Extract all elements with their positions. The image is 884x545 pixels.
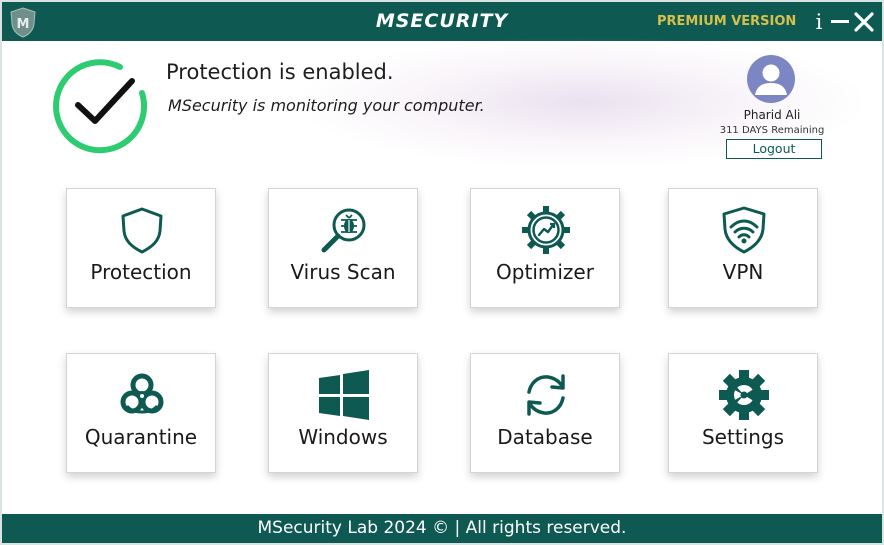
tile-database[interactable]: Database <box>470 353 620 473</box>
tile-vpn[interactable]: VPN <box>668 188 818 308</box>
edition-badge: PREMIUM VERSION <box>657 14 797 29</box>
tile-label: Windows <box>298 425 388 449</box>
minimize-icon <box>831 20 849 23</box>
tile-label: Settings <box>701 425 785 449</box>
avatar-icon <box>747 55 795 103</box>
tile-windows[interactable]: Windows <box>268 353 418 473</box>
minimize-button[interactable] <box>829 8 851 36</box>
tile-virus-scan[interactable]: Virus Scan <box>268 188 418 308</box>
tile-label: Quarantine <box>84 425 198 449</box>
protection-status-icon <box>53 59 147 154</box>
tile-optimizer[interactable]: Optimizer <box>470 188 620 308</box>
tile-label: Database <box>497 425 593 449</box>
tile-label: VPN <box>722 260 764 284</box>
app-window: M MSECURITY PREMIUM VERSION i Protection… <box>2 2 882 543</box>
tile-label: Protection <box>90 260 192 284</box>
refresh-icon <box>527 374 565 416</box>
info-button[interactable]: i <box>808 8 830 36</box>
status-subtitle: MSecurity is monitoring your computer. <box>168 96 485 115</box>
shield-icon <box>121 207 163 254</box>
footer-copyright: MSecurity Lab 2024 © | All rights reserv… <box>2 514 882 543</box>
tile-settings[interactable]: Settings <box>668 353 818 473</box>
tile-protection[interactable]: Protection <box>66 188 216 308</box>
status-title: Protection is enabled. <box>166 60 394 84</box>
biohazard-icon <box>120 373 164 414</box>
optimizer-gear-icon <box>522 206 570 254</box>
virus-scan-icon <box>321 208 366 253</box>
tile-label: Virus Scan <box>290 260 396 284</box>
tile-label: Optimizer <box>496 260 594 284</box>
close-icon <box>854 12 874 32</box>
vpn-shield-wifi-icon <box>722 206 766 254</box>
logout-button[interactable]: Logout <box>726 139 822 159</box>
windows-icon <box>319 370 369 420</box>
user-name: Pharid Ali <box>743 108 801 122</box>
close-button[interactable] <box>853 8 875 36</box>
title-bar: M MSECURITY PREMIUM VERSION i <box>2 2 882 41</box>
license-days-remaining: 311 DAYS Remaining <box>719 125 825 136</box>
settings-gear-icon <box>719 370 769 420</box>
tile-quarantine[interactable]: Quarantine <box>66 353 216 473</box>
